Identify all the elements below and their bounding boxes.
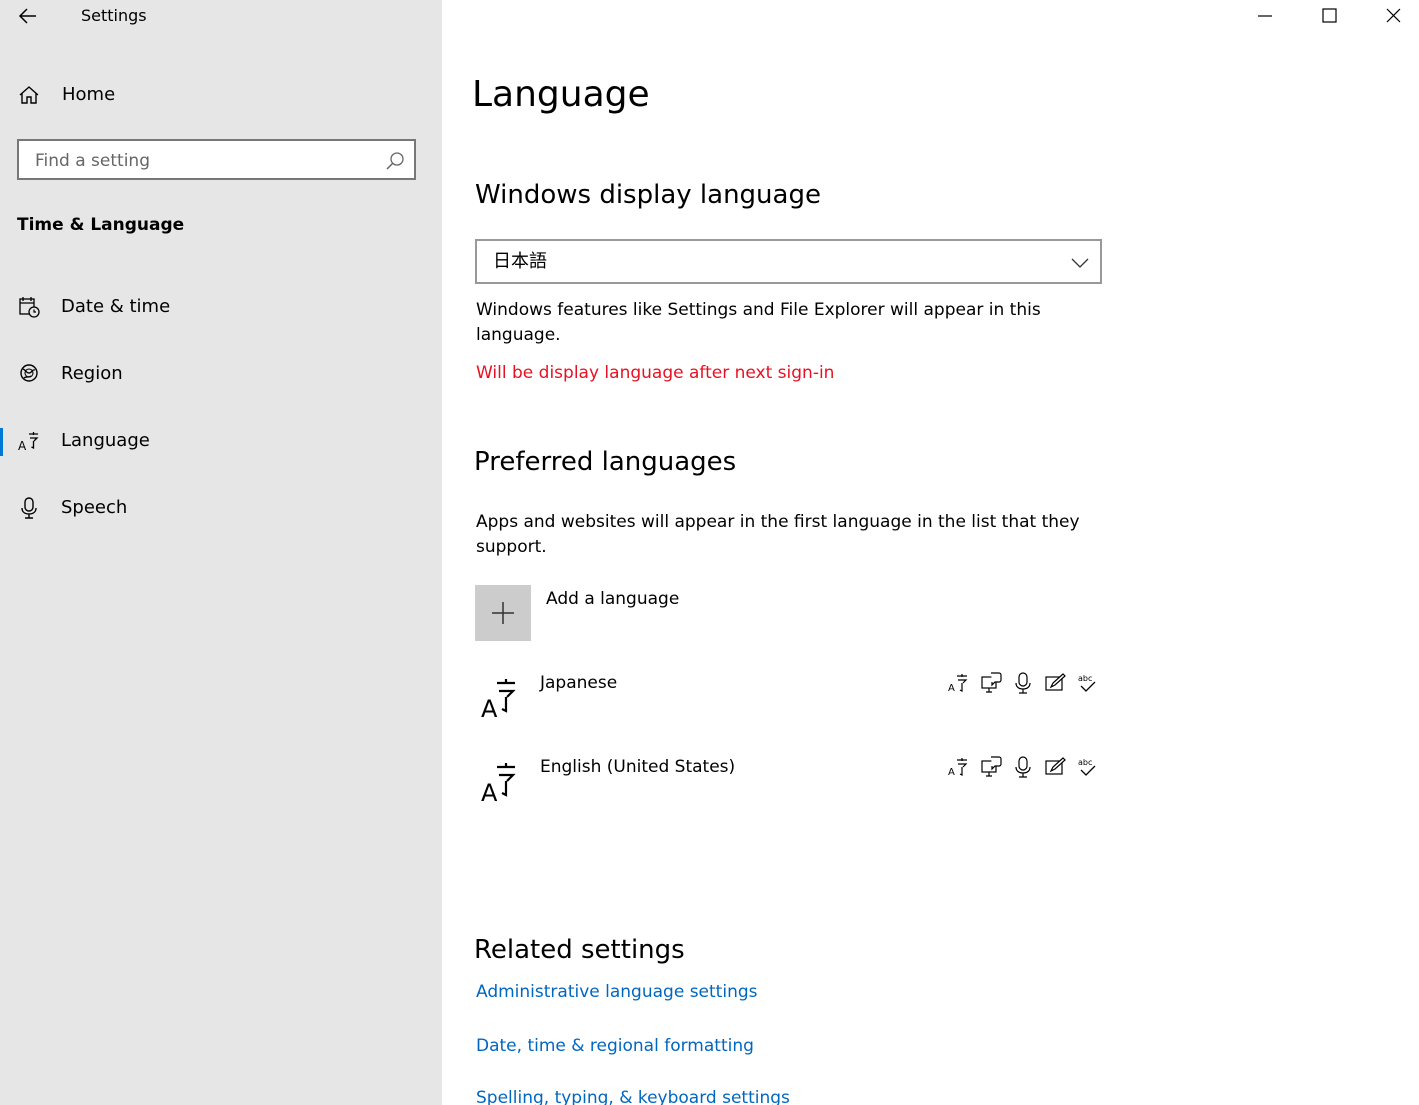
language-name: Japanese xyxy=(540,673,618,693)
link-spelling-typing-keyboard-settings[interactable]: Spelling, typing, & keyboard settings xyxy=(476,1086,790,1105)
text-to-speech-icon xyxy=(979,755,1003,779)
speech-recognition-icon xyxy=(1011,755,1035,779)
back-button[interactable] xyxy=(14,2,44,30)
sidebar-item-label: Language xyxy=(61,430,150,451)
search-icon[interactable] xyxy=(385,151,405,171)
display-language-icon: A xyxy=(947,671,971,695)
sidebar-item-language[interactable]: A Language xyxy=(0,416,442,468)
section-label: Time & Language xyxy=(17,215,185,235)
language-icon: A xyxy=(479,759,523,803)
minimize-button[interactable] xyxy=(1233,0,1297,32)
svg-text:A: A xyxy=(481,779,498,803)
maximize-icon xyxy=(1297,0,1361,32)
text-to-speech-icon xyxy=(979,671,1003,695)
maximize-button[interactable] xyxy=(1297,0,1361,32)
language-item-english-us[interactable]: A English (United States) A abc xyxy=(475,755,1096,815)
display-language-dropdown[interactable]: 日本語 xyxy=(475,239,1102,284)
plus-icon xyxy=(475,585,531,641)
home-icon xyxy=(17,83,41,107)
svg-text:abc: abc xyxy=(1078,758,1092,767)
chevron-down-icon xyxy=(1070,253,1090,273)
sidebar-item-label: Speech xyxy=(61,497,128,518)
spellcheck-icon: abc xyxy=(1075,755,1099,779)
preferred-languages-description: Apps and websites will appear in the fir… xyxy=(476,512,1080,557)
sidebar-item-region[interactable]: Region xyxy=(0,349,442,401)
preferred-languages-heading: Preferred languages xyxy=(474,447,737,477)
handwriting-icon xyxy=(1043,755,1067,779)
dropdown-value: 日本語 xyxy=(493,251,547,272)
svg-text:A: A xyxy=(948,683,955,694)
calendar-clock-icon xyxy=(17,295,41,319)
spellcheck-icon: abc xyxy=(1075,671,1099,695)
app-title: Settings xyxy=(81,6,147,25)
close-icon xyxy=(1355,0,1419,32)
display-language-icon: A xyxy=(947,755,971,779)
language-name: English (United States) xyxy=(540,757,736,777)
link-administrative-language-settings[interactable]: Administrative language settings xyxy=(476,980,758,1004)
language-icon: A xyxy=(17,429,41,453)
svg-text:abc: abc xyxy=(1078,674,1092,683)
display-language-heading: Windows display language xyxy=(475,180,821,210)
speech-recognition-icon xyxy=(1011,671,1035,695)
page-title: Language xyxy=(472,74,650,115)
add-language-label[interactable]: Add a language xyxy=(546,587,679,612)
language-icon: A xyxy=(479,675,523,719)
related-settings-heading: Related settings xyxy=(474,935,685,965)
link-date-time-regional-formatting[interactable]: Date, time & regional formatting xyxy=(476,1034,754,1058)
sidebar: Settings Home Time & Language Date & tim… xyxy=(0,0,442,1105)
sidebar-item-label: Home xyxy=(62,84,116,105)
add-language-button[interactable] xyxy=(475,585,531,641)
svg-text:A: A xyxy=(18,439,27,453)
display-language-description: Windows features like Settings and File … xyxy=(476,300,1041,345)
display-language-warning: Will be display language after next sign… xyxy=(476,363,835,383)
svg-text:A: A xyxy=(481,695,498,719)
sidebar-item-home[interactable]: Home xyxy=(0,70,442,122)
sidebar-item-label: Date & time xyxy=(61,296,171,317)
globe-icon xyxy=(17,362,41,386)
handwriting-icon xyxy=(1043,671,1067,695)
search-input[interactable] xyxy=(33,148,377,174)
back-arrow-icon xyxy=(14,2,44,30)
main-content: Language Windows display language 日本語 Wi… xyxy=(442,0,1419,1105)
search-box xyxy=(17,139,416,180)
language-item-japanese[interactable]: A Japanese A abc xyxy=(475,671,1096,731)
sidebar-item-label: Region xyxy=(61,363,123,384)
minimize-icon xyxy=(1233,0,1297,32)
svg-text:A: A xyxy=(948,767,955,778)
sidebar-item-date-time[interactable]: Date & time xyxy=(0,282,442,334)
microphone-icon xyxy=(17,496,41,520)
close-button[interactable] xyxy=(1355,0,1419,32)
sidebar-item-speech[interactable]: Speech xyxy=(0,483,442,535)
